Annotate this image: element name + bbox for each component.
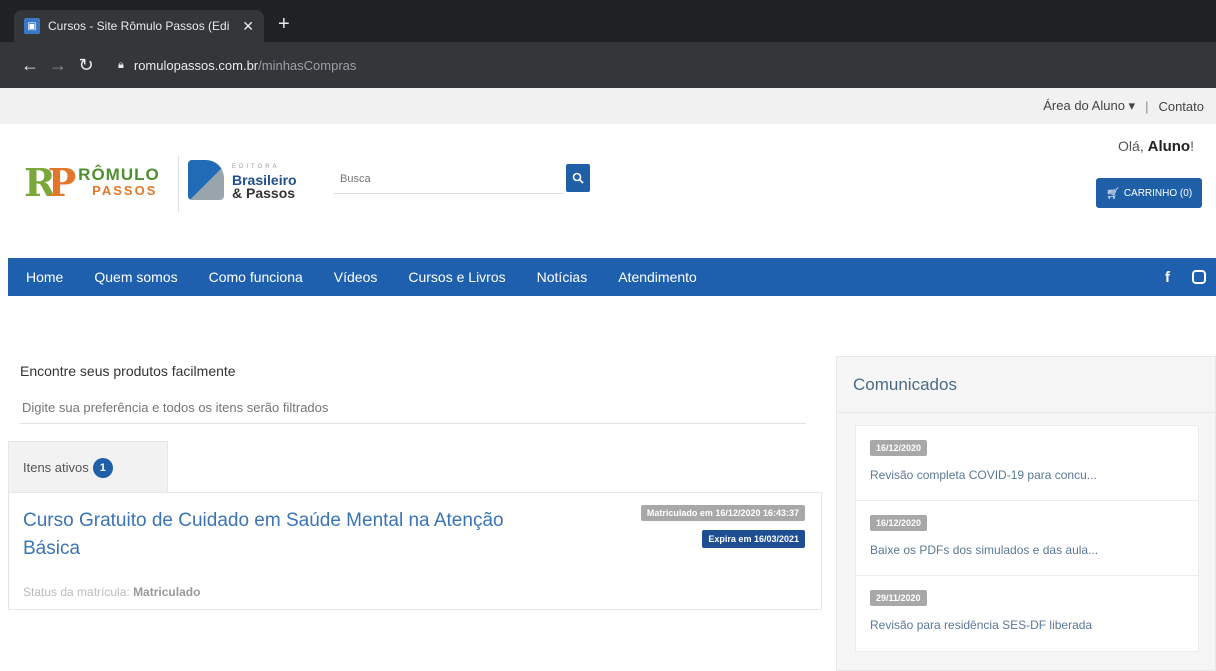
nav-atendimento[interactable]: Atendimento <box>618 269 697 285</box>
count-badge: 1 <box>92 457 113 478</box>
new-tab-button[interactable]: + <box>278 14 290 34</box>
top-utility-bar: Área do Aluno ▾ | Contato <box>0 88 1216 124</box>
filter-input[interactable] <box>20 392 806 424</box>
favicon-icon: ▣ <box>24 18 40 34</box>
comunicados-list: 16/12/2020 Revisão completa COVID-19 par… <box>855 425 1199 652</box>
news-link[interactable]: Revisão para residência SES-DF liberada <box>870 618 1184 632</box>
news-link[interactable]: Baixe os PDFs dos simulados e das aula..… <box>870 543 1184 557</box>
logo1-bottom-text: PASSOS <box>92 182 158 198</box>
social-links: f <box>1165 258 1216 296</box>
site-header: RP RÔMULO PASSOS EDITORA Brasileiro & Pa… <box>0 124 1216 254</box>
editora-logo-icon <box>188 160 224 200</box>
back-icon[interactable]: ← <box>16 55 44 76</box>
search-button[interactable] <box>566 164 590 192</box>
area-aluno-dropdown[interactable]: Área do Aluno ▾ <box>1043 98 1135 114</box>
comunicados-panel: Comunicados 16/12/2020 Revisão completa … <box>836 356 1216 671</box>
logo2-sub-text: & Passos <box>232 184 296 201</box>
news-link[interactable]: Revisão completa COVID-19 para concu... <box>870 468 1184 482</box>
tab-title: Cursos - Site Rômulo Passos (Edi <box>48 19 230 33</box>
greeting-prefix: Olá, <box>1118 138 1148 154</box>
editora-logo[interactable]: EDITORA Brasileiro & Passos <box>188 160 297 200</box>
address-bar[interactable]: 🔒︎ romulopassos.com.br /minhasCompras <box>118 58 356 73</box>
logo-divider <box>178 156 179 212</box>
cart-button[interactable]: 🛒︎ CARRINHO (0) <box>1096 178 1202 208</box>
browser-toolbar: ← → ↻ 🔒︎ romulopassos.com.br /minhasComp… <box>0 42 1216 88</box>
enrolled-date-tag: Matriculado em 16/12/2020 16:43:37 <box>640 505 805 521</box>
news-date-badge: 16/12/2020 <box>870 515 928 531</box>
list-item[interactable]: 16/12/2020 Revisão completa COVID-19 par… <box>856 426 1198 501</box>
browser-tab[interactable]: ▣ Cursos - Site Rômulo Passos (Edi ✕ <box>14 10 264 42</box>
list-item[interactable]: 29/11/2020 Revisão para residência SES-D… <box>856 576 1198 651</box>
greeting-name: Aluno <box>1147 138 1191 155</box>
rp-logo-icon: RP <box>24 160 76 205</box>
tab-label: Itens ativos <box>23 460 89 475</box>
contato-link[interactable]: Contato <box>1158 99 1204 114</box>
romulo-passos-logo[interactable]: RP RÔMULO PASSOS <box>24 160 160 205</box>
separator: | <box>1145 98 1149 114</box>
close-tab-icon[interactable]: ✕ <box>242 18 254 35</box>
status-label: Status da matrícula: <box>23 585 134 599</box>
cart-label: CARRINHO (0) <box>1123 187 1193 199</box>
news-date-badge: 29/11/2020 <box>870 590 927 606</box>
expiry-date-tag: Expira em 16/03/2021 <box>702 530 805 548</box>
enrollment-status: Status da matrícula: Matriculado <box>23 585 200 599</box>
nav-quem-somos[interactable]: Quem somos <box>94 269 177 285</box>
comunicados-title: Comunicados <box>837 357 1215 413</box>
greeting-suffix: ! <box>1190 138 1194 154</box>
search-input[interactable] <box>334 164 564 194</box>
forward-icon[interactable]: → <box>44 55 72 76</box>
main-navbar: Home Quem somos Como funciona Vídeos Cur… <box>8 258 1216 296</box>
nav-videos[interactable]: Vídeos <box>334 269 378 285</box>
facebook-icon[interactable]: f <box>1165 269 1170 286</box>
cart-icon: 🛒︎ <box>1105 187 1120 200</box>
url-path: /minhasCompras <box>258 57 357 73</box>
tab-itens-ativos[interactable]: Itens ativos 1 <box>8 441 168 493</box>
url-domain: romulopassos.com.br <box>133 57 259 73</box>
course-card: Curso Gratuito de Cuidado em Saúde Menta… <box>8 492 822 610</box>
nav-noticias[interactable]: Notícias <box>537 269 588 285</box>
search-box <box>334 164 590 194</box>
browser-tabbar: ▣ Cursos - Site Rômulo Passos (Edi ✕ + <box>0 0 1216 42</box>
news-date-badge: 16/12/2020 <box>870 440 928 456</box>
logo1-top-text: RÔMULO <box>78 164 160 184</box>
user-greeting: Olá, Aluno! <box>1118 138 1194 155</box>
nav-como-funciona[interactable]: Como funciona <box>209 269 303 285</box>
instagram-icon[interactable] <box>1192 270 1206 284</box>
find-products-title: Encontre seus produtos facilmente <box>20 363 236 379</box>
lock-icon: 🔒︎ <box>118 58 124 71</box>
nav-home[interactable]: Home <box>26 269 63 285</box>
nav-cursos-livros[interactable]: Cursos e Livros <box>408 269 505 285</box>
status-value: Matriculado <box>133 585 201 599</box>
search-icon <box>572 172 584 184</box>
list-item[interactable]: 16/12/2020 Baixe os PDFs dos simulados e… <box>856 501 1198 576</box>
course-title-link[interactable]: Curso Gratuito de Cuidado em Saúde Menta… <box>23 507 563 563</box>
reload-icon[interactable]: ↻ <box>72 55 100 76</box>
